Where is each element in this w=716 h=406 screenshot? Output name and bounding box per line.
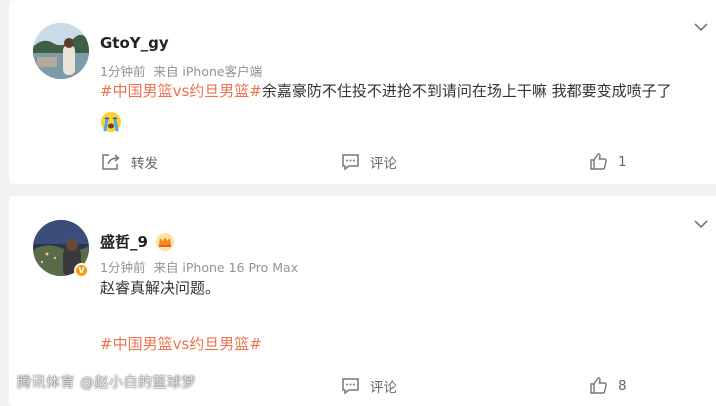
comment-button[interactable]: 评论 <box>341 376 397 396</box>
comment-button[interactable]: 评论 <box>341 152 397 172</box>
comment-icon <box>342 154 359 171</box>
post-time[interactable]: 1分钟前 <box>100 64 145 79</box>
post-card: GtoY_gy 1分钟前 来自 iPhone客户端 #中国男篮vs约旦男篮#余嘉豪… <box>9 0 716 184</box>
member-crown-icon[interactable] <box>155 232 175 252</box>
post-time[interactable]: 1分钟前 <box>100 260 145 275</box>
post-text: 余嘉豪防不住投不进抢不到请问在场上干嘛 我都要变成喷子了 <box>261 82 672 100</box>
avatar[interactable] <box>33 23 89 79</box>
chevron-down-icon[interactable] <box>694 22 708 32</box>
repost-icon <box>102 154 120 170</box>
post-meta: 1分钟前 来自 iPhone客户端 <box>100 61 262 80</box>
like-count: 8 <box>618 377 627 394</box>
post-topic-line: #中国男篮vs约旦男篮# <box>100 333 262 355</box>
post-content: #中国男篮vs约旦男篮#余嘉豪防不住投不进抢不到请问在场上干嘛 我都要变成喷子了 <box>100 80 672 102</box>
post-source: 来自 iPhone客户端 <box>153 64 263 79</box>
post-text: 赵睿真解决问题。 <box>100 279 221 297</box>
comment-label: 评论 <box>370 380 397 396</box>
post-source: 来自 iPhone 16 Pro Max <box>153 260 299 275</box>
repost-button[interactable]: 转发 <box>101 152 158 172</box>
username[interactable]: GtoY_gy <box>100 34 169 52</box>
like-button[interactable]: 8 <box>589 376 627 395</box>
watermark: 腾讯体育 @赵小白的篮球梦 <box>17 375 196 391</box>
crying-face-icon <box>101 112 121 132</box>
username[interactable]: 盛哲_9 <box>100 231 148 252</box>
thumbs-up-icon <box>590 153 607 170</box>
verified-badge-icon: V <box>74 263 89 278</box>
chevron-down-icon[interactable] <box>694 219 708 229</box>
like-count: 1 <box>618 153 627 170</box>
comment-label: 评论 <box>370 156 397 172</box>
repost-label: 转发 <box>131 156 158 172</box>
topic-link[interactable]: #中国男篮vs约旦男篮# <box>100 335 262 353</box>
thumbs-up-icon <box>590 377 607 394</box>
comment-icon <box>342 378 359 395</box>
post-meta: 1分钟前 来自 iPhone 16 Pro Max <box>100 257 298 276</box>
like-button[interactable]: 1 <box>589 152 627 171</box>
topic-link[interactable]: #中国男篮vs约旦男篮# <box>100 82 262 100</box>
